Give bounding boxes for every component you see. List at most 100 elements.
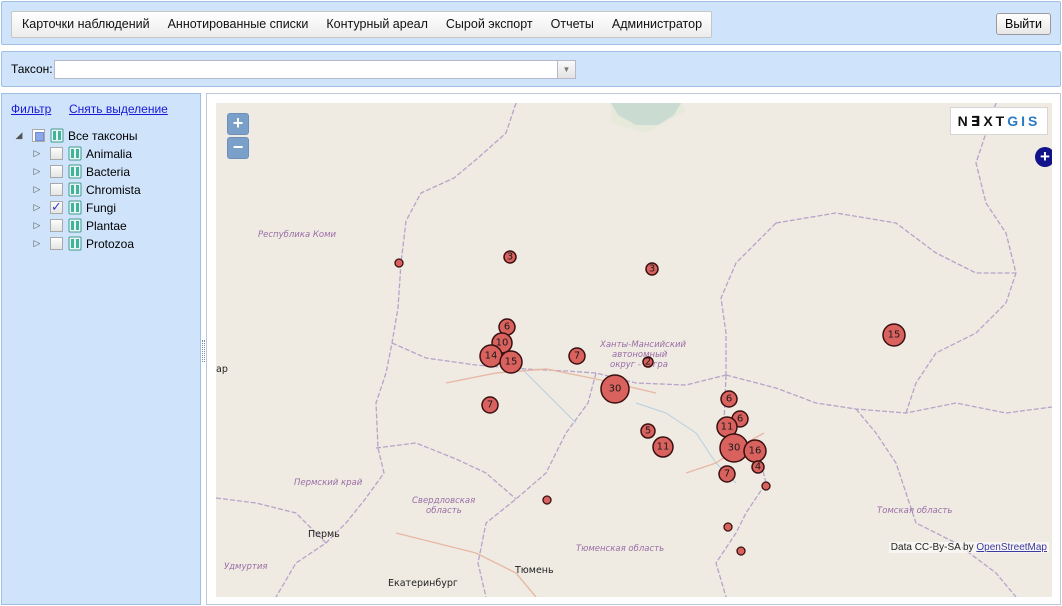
expand-icon[interactable]: ▷ — [32, 238, 42, 249]
tree-node: ▷ Protozoa — [2, 235, 200, 253]
cluster-marker[interactable]: 5 — [640, 423, 656, 439]
tree-checkbox-protozoa[interactable] — [50, 237, 63, 250]
region-label-komi: Республика Коми — [258, 230, 337, 240]
cluster-marker[interactable]: 15 — [882, 323, 906, 347]
tree-label-animalia[interactable]: Animalia — [86, 147, 132, 161]
chevron-down-icon[interactable]: ▼ — [557, 61, 575, 78]
book-icon — [68, 218, 82, 233]
roads — [395, 368, 765, 597]
tree-label-root[interactable]: Все таксоны — [68, 129, 138, 143]
logout-button[interactable]: Выйти — [995, 13, 1051, 35]
observation-point[interactable] — [736, 546, 746, 556]
cluster-marker[interactable]: 2 — [642, 356, 654, 368]
expand-icon[interactable]: ▷ — [32, 184, 42, 195]
observation-point[interactable] — [394, 258, 404, 268]
nextgis-logo: N∃XTGIS — [950, 107, 1048, 135]
tree-node: ▷ Chromista — [2, 181, 200, 199]
menu-contour-range[interactable]: Контурный ареал — [317, 12, 437, 37]
observation-point[interactable] — [761, 481, 771, 491]
cluster-marker[interactable]: 4 — [751, 460, 765, 474]
forest-area — [611, 103, 686, 133]
cluster-marker[interactable]: 6 — [720, 390, 738, 408]
menu-reports[interactable]: Отчеты — [542, 12, 603, 37]
taxon-tree-panel: Фильтр Снять выделение ◢ Все таксоны ▷ A… — [1, 93, 201, 605]
cluster-marker[interactable]: 7 — [568, 347, 586, 365]
menu-raw-export[interactable]: Сырой экспорт — [437, 12, 542, 37]
cluster-marker[interactable]: 7 — [481, 396, 499, 414]
book-icon — [68, 200, 82, 215]
cluster-count: 4 — [755, 462, 761, 473]
region-label-khmao-3: округ - Югра — [610, 360, 668, 370]
main-menu: Карточки наблюдений Аннотированные списк… — [11, 11, 713, 38]
expand-icon[interactable]: ▷ — [32, 148, 42, 159]
region-label-perm: Пермский край — [294, 478, 363, 488]
layer-switcher-button[interactable]: + — [1035, 147, 1052, 167]
cluster-marker[interactable]: 30 — [600, 374, 630, 404]
tree-node-root: ◢ Все таксоны — [2, 127, 200, 145]
tree-checkbox-root[interactable] — [32, 129, 45, 142]
cluster-count: 6 — [726, 394, 732, 405]
map-panel: Республика Коми Ханты-Мансийский автоном… — [206, 93, 1061, 605]
openstreetmap-link[interactable]: OpenStreetMap — [976, 542, 1047, 553]
region-label-tomsk: Томская область — [877, 506, 952, 516]
tree-node: ▷ Animalia — [2, 145, 200, 163]
tree-node: ▷ Fungi — [2, 199, 200, 217]
clear-selection-link[interactable]: Снять выделение — [69, 102, 168, 116]
cluster-marker[interactable]: 14 — [479, 344, 503, 368]
cluster-count: 7 — [574, 351, 580, 362]
tree-label-protozoa[interactable]: Protozoa — [86, 237, 134, 251]
region-label-tyumen: Тюменская область — [576, 544, 664, 554]
tree-checkbox-animalia[interactable] — [50, 147, 63, 160]
book-icon — [68, 236, 82, 251]
city-label-ekaterinburg: Екатеринбург — [388, 578, 458, 589]
cluster-count: 3 — [507, 252, 513, 263]
map-basemap: Республика Коми Ханты-Мансийский автоном… — [216, 103, 1052, 597]
cluster-marker[interactable]: 11 — [652, 436, 674, 458]
tree-node: ▷ Plantae — [2, 217, 200, 235]
region-label-sverdlovsk-2: область — [426, 506, 462, 516]
cluster-count: 7 — [487, 400, 493, 411]
tree-checkbox-chromista[interactable] — [50, 183, 63, 196]
observation-point[interactable] — [542, 495, 552, 505]
cluster-count: 2 — [645, 357, 651, 368]
cluster-count: 6 — [737, 414, 743, 425]
attribution-text: Data CC-By-SA by — [890, 542, 977, 553]
menu-observation-cards[interactable]: Карточки наблюдений — [12, 12, 159, 37]
tree-checkbox-plantae[interactable] — [50, 219, 63, 232]
logo-text: N∃XT — [957, 113, 1008, 129]
panel-splitter[interactable] — [202, 340, 205, 362]
cluster-count: 15 — [888, 330, 901, 341]
filter-link[interactable]: Фильтр — [11, 102, 51, 116]
region-label-sverdlovsk-1: Свердловская — [412, 496, 475, 506]
tree-label-bacteria[interactable]: Bacteria — [86, 165, 130, 179]
tree-label-fungi[interactable]: Fungi — [86, 201, 116, 215]
menu-annotated-lists[interactable]: Аннотированные списки — [159, 12, 318, 37]
expand-icon[interactable]: ▷ — [32, 220, 42, 231]
taxon-filter-bar: Таксон: ▼ — [1, 51, 1061, 87]
expand-icon[interactable]: ▷ — [32, 202, 42, 213]
zoom-out-button[interactable]: − — [227, 137, 249, 159]
expand-icon[interactable]: ▷ — [32, 166, 42, 177]
cluster-marker[interactable]: 3 — [645, 262, 659, 276]
zoom-in-button[interactable]: + — [227, 113, 249, 135]
cluster-marker[interactable]: 3 — [503, 250, 517, 264]
tree-checkbox-fungi[interactable] — [50, 199, 63, 215]
tree-label-plantae[interactable]: Plantae — [86, 219, 127, 233]
cluster-marker[interactable]: 16 — [743, 439, 767, 463]
top-toolbar: Карточки наблюдений Аннотированные списк… — [1, 1, 1061, 45]
map-attribution: Data CC-By-SA by OpenStreetMap — [888, 542, 1049, 553]
city-label-tyumen: Тюмень — [514, 565, 554, 576]
tree-checkbox-bacteria[interactable] — [50, 165, 63, 178]
cluster-count: 30 — [728, 443, 741, 454]
cluster-marker[interactable]: 15 — [499, 350, 523, 374]
tree-label-chromista[interactable]: Chromista — [86, 183, 141, 197]
menu-administrator[interactable]: Администратор — [603, 12, 711, 37]
cluster-count: 11 — [657, 442, 670, 453]
collapse-icon[interactable]: ◢ — [14, 130, 24, 141]
map-canvas[interactable]: Республика Коми Ханты-Мансийский автоном… — [216, 103, 1052, 597]
taxon-combobox[interactable]: ▼ — [54, 60, 576, 79]
observation-point[interactable] — [723, 522, 733, 532]
taxon-tree: ◢ Все таксоны ▷ Animalia ▷ Bacteria ▷ Ch… — [2, 127, 200, 253]
cluster-count: 7 — [724, 469, 730, 480]
cluster-marker[interactable]: 7 — [718, 465, 736, 483]
